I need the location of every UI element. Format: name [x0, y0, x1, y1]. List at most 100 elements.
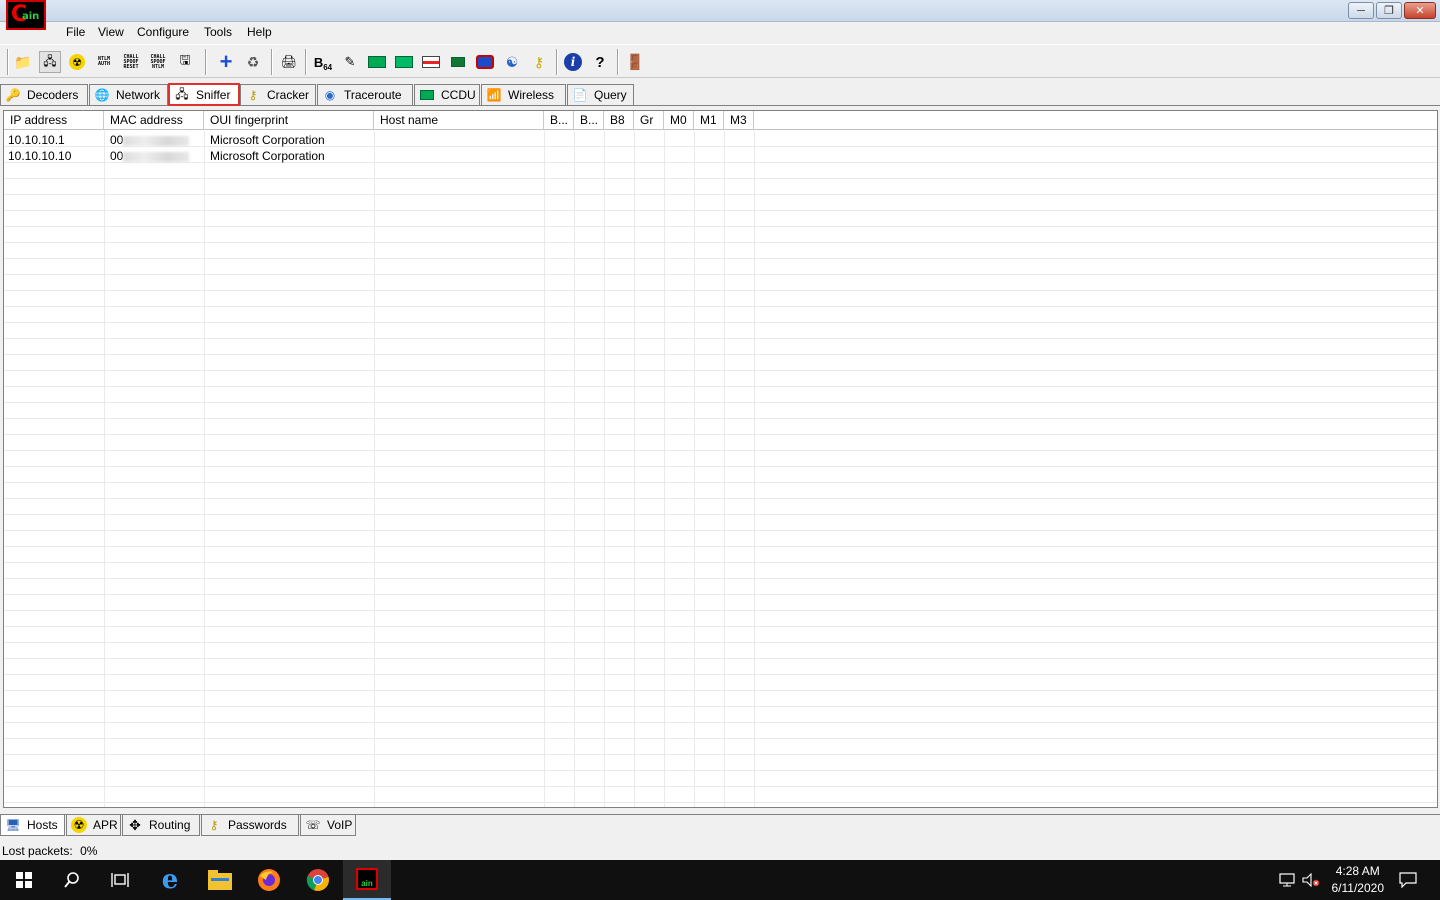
col-m3[interactable]: M3: [724, 111, 754, 130]
tab-passwords[interactable]: ⚷ Passwords: [201, 815, 299, 836]
grid-line: [574, 131, 575, 807]
tab-network[interactable]: 🌐 Network: [89, 84, 168, 105]
col-m0[interactable]: M0: [664, 111, 694, 130]
col-oui-fingerprint[interactable]: OUI fingerprint: [204, 111, 374, 130]
menu-configure[interactable]: Configure: [137, 25, 189, 39]
file-explorer-icon[interactable]: [196, 860, 244, 900]
key-icon[interactable]: ⚷: [528, 51, 550, 73]
tab-label: Query: [594, 88, 627, 102]
chall-spoof-ntlm-icon[interactable]: CHALL SPOOF NTLM: [147, 51, 169, 73]
open-folder-icon[interactable]: 📁: [12, 51, 34, 73]
toolbar-separator: [556, 49, 558, 75]
apr-poison-icon[interactable]: ☢: [66, 51, 88, 73]
routing-arrows-icon: ✥: [129, 816, 141, 833]
internet-explorer-icon[interactable]: e: [146, 860, 194, 900]
certificate-icon[interactable]: 🖨: [278, 51, 300, 73]
ip-cell: 10.10.10.10: [8, 149, 72, 163]
hash-calculator-icon[interactable]: ✎: [339, 51, 361, 73]
computer-icon: 🖥: [5, 818, 21, 832]
task-view-icon[interactable]: [96, 860, 144, 900]
col-gr[interactable]: Gr: [634, 111, 664, 130]
col-b1[interactable]: B...: [544, 111, 574, 130]
col-b8[interactable]: B8: [604, 111, 634, 130]
network-card-icon[interactable]: [366, 51, 388, 73]
table-header: IP address MAC address OUI fingerprint H…: [4, 111, 1437, 130]
grid-line: [544, 131, 545, 807]
grid-line: [694, 131, 695, 807]
volume-muted-icon[interactable]: [1300, 860, 1322, 900]
col-mac-address[interactable]: MAC address: [104, 111, 204, 130]
base64-icon[interactable]: B 64: [312, 51, 334, 73]
grid-line: [634, 131, 635, 807]
console-icon[interactable]: [447, 51, 469, 73]
menu-file[interactable]: File: [66, 25, 85, 39]
tab-routing[interactable]: ✥ Routing: [122, 815, 200, 836]
toolbar-grip: [7, 49, 9, 75]
start-sniffer-icon[interactable]: 🖧: [39, 51, 61, 73]
rsa-card-icon[interactable]: [393, 51, 415, 73]
notification-center-icon[interactable]: [1394, 860, 1422, 900]
cain-taskbar-icon[interactable]: ain: [343, 860, 391, 900]
tab-traceroute[interactable]: ◉ Traceroute: [317, 84, 413, 105]
restore-button[interactable]: ❐: [1376, 2, 1402, 19]
status-bar: Lost packets: 0%: [0, 842, 1440, 860]
tab-label: VoIP: [327, 818, 353, 832]
hosts-table[interactable]: IP address MAC address OUI fingerprint H…: [3, 110, 1438, 808]
close-button[interactable]: ✕: [1404, 2, 1436, 19]
tab-hosts[interactable]: 🖥 Hosts: [0, 815, 65, 836]
system-clock[interactable]: 4:28 AM 6/11/2020: [1332, 863, 1385, 897]
screen-icon[interactable]: [474, 51, 496, 73]
add-icon[interactable]: +: [215, 49, 237, 74]
mac-prefix: 00: [110, 133, 124, 147]
tab-ccdu[interactable]: CCDU: [414, 84, 480, 105]
tab-cracker[interactable]: ⚷ Cracker: [240, 84, 316, 105]
windows-start-icon[interactable]: [0, 860, 48, 900]
tab-label: CCDU: [441, 88, 476, 102]
chart-icon[interactable]: [420, 51, 442, 73]
tab-label: Hosts: [27, 818, 58, 832]
tab-decoders[interactable]: 🔑 Decoders: [0, 84, 88, 105]
table-row[interactable]: 10.10.10.10 00 Microsoft Corporation: [4, 148, 1437, 164]
title-bar: C ain ─ ❐ ✕: [0, 0, 1440, 30]
table-row[interactable]: 10.10.10.1 00 Microsoft Corporation: [4, 132, 1437, 148]
lost-packets-label: Lost packets:: [2, 844, 73, 858]
chall-spoof-reset-icon[interactable]: CHALL SPOOF RESET: [120, 51, 142, 73]
cain-logo-icon[interactable]: C ain: [6, 0, 46, 30]
col-b2[interactable]: B...: [574, 111, 604, 130]
main-tabs: 🔑 Decoders 🌐 Network 🖧 Sniffer ⚷ Cracker ◉ Tr…: [0, 83, 1440, 106]
help-icon[interactable]: ?: [589, 51, 611, 73]
firefox-icon[interactable]: [245, 860, 293, 900]
menu-view[interactable]: View: [98, 25, 124, 39]
col-host-name[interactable]: Host name: [374, 111, 544, 130]
exit-icon[interactable]: 🚪: [624, 51, 646, 73]
users-icon[interactable]: ☯: [501, 51, 523, 73]
col-ip-address[interactable]: IP address: [4, 111, 104, 130]
ntlm-label: NTLM: [151, 63, 165, 70]
tab-label: Sniffer: [196, 88, 231, 102]
tab-query[interactable]: 📄 Query: [567, 84, 634, 105]
chrome-icon[interactable]: [294, 860, 342, 900]
col-m1[interactable]: M1: [694, 111, 724, 130]
menu-help[interactable]: Help: [247, 25, 272, 39]
monitor-download-icon[interactable]: 🖫: [174, 51, 196, 73]
menu-tools[interactable]: Tools: [204, 25, 232, 39]
network-tray-icon[interactable]: [1276, 860, 1298, 900]
sniffer-subtabs: 🖥 Hosts ☢ APR ✥ Routing ⚷ Passwords ☏ VoIP: [0, 814, 1440, 836]
minimize-button[interactable]: ─: [1348, 2, 1374, 19]
search-icon[interactable]: [48, 860, 96, 900]
info-icon[interactable]: i: [562, 51, 584, 73]
tab-label: Traceroute: [344, 88, 402, 102]
tab-voip[interactable]: ☏ VoIP: [300, 815, 356, 836]
grid-line: [204, 131, 205, 807]
ntlm-auth-icon[interactable]: NTLM AUTH: [93, 51, 115, 73]
grid-line: [664, 131, 665, 807]
b-label: B: [313, 54, 324, 70]
tab-sniffer[interactable]: 🖧 Sniffer: [168, 83, 240, 106]
oui-cell: Microsoft Corporation: [210, 149, 325, 163]
tab-apr[interactable]: ☢ APR: [66, 815, 121, 836]
sniffer-icon: 🖧: [175, 86, 189, 101]
toolbar-separator: [305, 49, 307, 75]
remove-icon[interactable]: ♻: [242, 51, 264, 73]
grid-line: [604, 131, 605, 807]
tab-wireless[interactable]: 📶 Wireless: [481, 84, 566, 105]
